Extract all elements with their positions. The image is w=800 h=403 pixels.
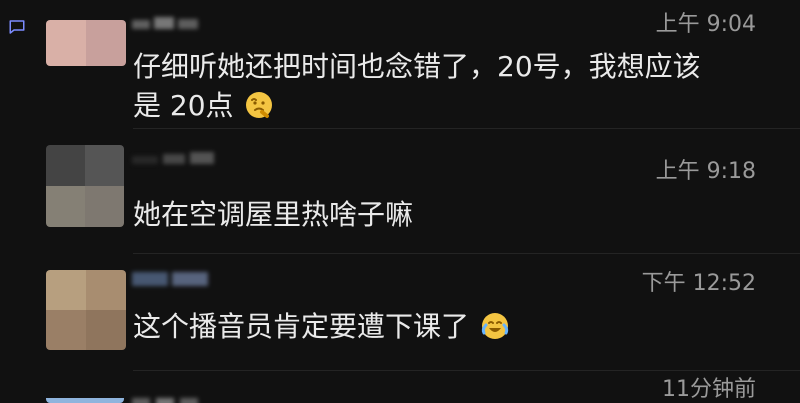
comment-time: 上午 9:18	[655, 159, 756, 184]
comment-text-line-1: 仔细听她还把时间也念错了，20号，我想应该	[133, 50, 701, 83]
comment-divider	[133, 128, 800, 129]
avatar[interactable]	[46, 270, 126, 350]
username-blurred[interactable]	[132, 270, 212, 288]
crying-laughing-face-icon	[481, 313, 509, 339]
username-blurred[interactable]	[132, 150, 220, 168]
comment-text-content: 这个播音员肯定要遭下课了	[133, 310, 470, 343]
username-blurred[interactable]	[132, 392, 204, 403]
comment-time: 下午 12:52	[641, 271, 756, 296]
comment-time: 上午 9:04	[655, 12, 756, 37]
comment-divider	[133, 370, 800, 371]
avatar[interactable]	[46, 393, 124, 403]
comment-item[interactable]: 上午 9:18 她在空调屋里热啥子嘛	[0, 135, 800, 253]
username-blurred[interactable]	[132, 15, 204, 33]
comment-item[interactable]: 11分钟前	[0, 373, 800, 403]
avatar[interactable]	[46, 145, 124, 227]
comment-text: 这个播音员肯定要遭下课了	[133, 308, 510, 346]
comment-item[interactable]: 下午 12:52 这个播音员肯定要遭下课了	[0, 258, 800, 370]
comment-text-line-2-text: 是 20点	[133, 89, 234, 122]
avatar[interactable]	[46, 20, 126, 66]
comment-item[interactable]: 上午 9:04 仔细听她还把时间也念错了，20号，我想应该 是 20点	[0, 0, 800, 132]
thinking-face-icon	[246, 92, 273, 118]
comment-text-line-2: 是 20点	[133, 87, 274, 125]
comment-divider	[133, 253, 800, 254]
comment-thread-screen: 上午 9:04 仔细听她还把时间也念错了，20号，我想应该 是 20点 上午 9…	[0, 0, 800, 403]
comment-text: 她在空调屋里热啥子嘛	[133, 198, 414, 231]
comment-time: 11分钟前	[662, 377, 756, 402]
